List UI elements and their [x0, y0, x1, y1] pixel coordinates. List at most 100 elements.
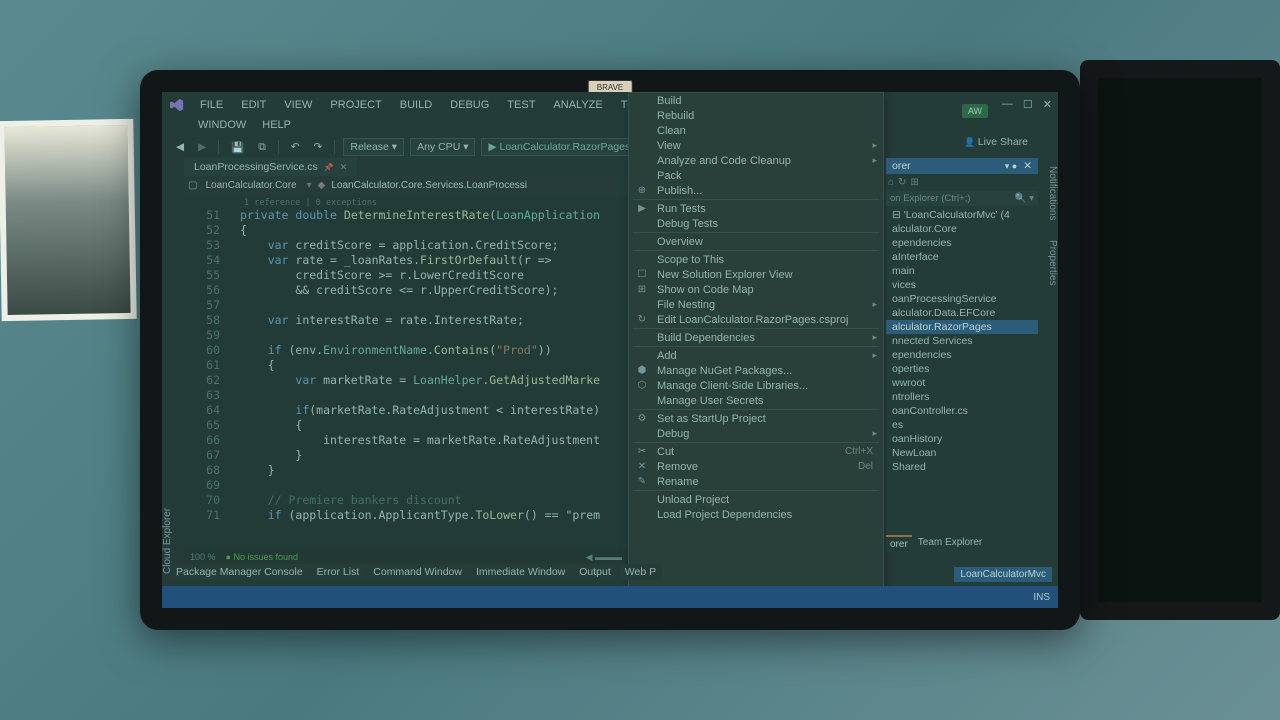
errors-tab[interactable]: Error List	[311, 564, 366, 580]
ctx-view[interactable]: View	[629, 138, 883, 153]
issues-indicator[interactable]: ● No issues found	[226, 552, 298, 562]
solution-explorer-header[interactable]: orer ▾ ● ✕	[886, 158, 1038, 174]
tree-node[interactable]: aInterface	[886, 250, 1038, 264]
tree-node[interactable]: main	[886, 264, 1038, 278]
solution-explorer-tab[interactable]: orer	[886, 535, 912, 552]
close-button[interactable]: ✕	[1043, 98, 1052, 111]
menu-project[interactable]: PROJECT	[322, 96, 389, 114]
pin-icon[interactable]: 📌	[324, 163, 334, 172]
menu-window[interactable]: WINDOW	[190, 116, 254, 134]
config-dropdown[interactable]: Release ▾	[343, 138, 404, 156]
tree-node[interactable]: alculator.RazorPages	[886, 320, 1038, 334]
tree-node[interactable]: oanController.cs	[886, 404, 1038, 418]
notifications-tab[interactable]: Notifications	[1040, 166, 1058, 220]
tree-node[interactable]: ependencies	[886, 236, 1038, 250]
menu-file[interactable]: FILE	[192, 96, 231, 114]
ctx-rename[interactable]: ✎Rename	[629, 474, 883, 489]
ctx-set-as-startup-project[interactable]: ⚙Set as StartUp Project	[629, 411, 883, 426]
ctx-manage-nuget-packages[interactable]: ⬢Manage NuGet Packages...	[629, 363, 883, 378]
tree-node[interactable]: operties	[886, 362, 1038, 376]
ctx-overview[interactable]: Overview	[629, 234, 883, 249]
user-badge[interactable]: AW	[962, 104, 988, 118]
ctx-cut[interactable]: ✂CutCtrl+X	[629, 444, 883, 459]
tree-node[interactable]: NewLoan	[886, 446, 1038, 460]
menu-edit[interactable]: EDIT	[233, 96, 274, 114]
tree-node[interactable]: es	[886, 418, 1038, 432]
ctx-load-project-dependencies[interactable]: Load Project Dependencies	[629, 507, 883, 522]
ctx-rebuild[interactable]: Rebuild	[629, 108, 883, 123]
ctx-publish[interactable]: ⊕Publish...	[629, 183, 883, 198]
menu-test[interactable]: TEST	[499, 96, 543, 114]
home-icon[interactable]: ⌂	[888, 177, 894, 188]
solution-tree[interactable]: ⊟ 'LoanCalculatorMvc' (4 alculator.Coree…	[886, 206, 1038, 476]
pmc-tab[interactable]: Package Manager Console	[170, 564, 309, 580]
tree-node[interactable]: nnected Services	[886, 334, 1038, 348]
save-button[interactable]: 💾	[227, 139, 248, 156]
webp-tab[interactable]: Web P	[619, 564, 662, 580]
nav-project-dropdown[interactable]: LoanCalculator.Core	[201, 179, 300, 192]
menu-build[interactable]: BUILD	[392, 96, 440, 114]
tree-node[interactable]: vices	[886, 278, 1038, 292]
code-area[interactable]: private double DetermineInterestRate(Loa…	[240, 208, 628, 523]
live-share-button[interactable]: Live Share	[964, 136, 1028, 148]
panel-close-icon[interactable]: ✕	[1023, 160, 1032, 172]
menu-view[interactable]: VIEW	[276, 96, 320, 114]
code-editor[interactable]: 5152535455565758596061626364656667686970…	[184, 196, 628, 552]
tree-node[interactable]: ntrollers	[886, 390, 1038, 404]
save-all-button[interactable]: ⧉	[254, 139, 270, 156]
ctx-add[interactable]: Add	[629, 348, 883, 363]
ctx-analyze-and-code-cleanup[interactable]: Analyze and Code Cleanup	[629, 153, 883, 168]
ctx-file-nesting[interactable]: File Nesting	[629, 297, 883, 312]
nav-back-button[interactable]: ◀	[172, 139, 188, 155]
ctx-manage-user-secrets[interactable]: Manage User Secrets	[629, 393, 883, 408]
minimize-button[interactable]: —	[1002, 98, 1013, 111]
ctx-debug-tests[interactable]: Debug Tests	[629, 216, 883, 231]
menu-analyze[interactable]: ANALYZE	[545, 96, 610, 114]
ctx-pack[interactable]: Pack	[629, 168, 883, 183]
document-tab[interactable]: LoanProcessingService.cs 📌 ✕	[184, 158, 357, 176]
zoom-level[interactable]: 100 %	[190, 552, 216, 562]
ctx-edit-loancalculator-razorpages-csproj[interactable]: ↻Edit LoanCalculator.RazorPages.csproj	[629, 312, 883, 327]
maximize-button[interactable]: ☐	[1023, 98, 1033, 111]
undo-button[interactable]: ↶	[287, 139, 304, 155]
ctx-run-tests[interactable]: ▶Run Tests	[629, 201, 883, 216]
output-tab[interactable]: Output	[573, 564, 617, 580]
ctx-build[interactable]: Build	[629, 93, 883, 108]
nav-member-dropdown[interactable]: LoanCalculator.Core.Services.LoanProcess…	[327, 179, 531, 192]
ctx-scope-to-this[interactable]: Scope to This	[629, 252, 883, 267]
vs-window: FILE EDIT VIEW PROJECT BUILD DEBUG TEST …	[162, 92, 1058, 608]
show-all-icon[interactable]: ⊞	[910, 177, 918, 188]
tree-node[interactable]: Shared	[886, 460, 1038, 474]
ctx-remove[interactable]: ✕RemoveDel	[629, 459, 883, 474]
startup-dropdown[interactable]: ▶ LoanCalculator.RazorPages ▾	[481, 138, 645, 156]
panel-options-icon[interactable]: ▾ ●	[1005, 161, 1017, 172]
ctx-show-on-code-map[interactable]: ⊞Show on Code Map	[629, 282, 883, 297]
platform-dropdown[interactable]: Any CPU ▾	[410, 138, 475, 156]
ctx-unload-project[interactable]: Unload Project	[629, 492, 883, 507]
ctx-new-solution-explorer-view[interactable]: ☐New Solution Explorer View	[629, 267, 883, 282]
solution-search[interactable]: on Explorer (Ctrl+;) 🔍 ▾	[886, 191, 1038, 206]
cmd-tab[interactable]: Command Window	[367, 564, 468, 580]
ctx-build-dependencies[interactable]: Build Dependencies	[629, 330, 883, 345]
nav-fwd-button[interactable]: ▶	[194, 139, 210, 155]
tree-node[interactable]: ependencies	[886, 348, 1038, 362]
project-context-menu: BuildRebuildCleanViewAnalyze and Code Cl…	[628, 92, 884, 608]
solution-node[interactable]: ⊟ 'LoanCalculatorMvc' (4	[886, 208, 1038, 222]
tree-node[interactable]: alculator.Core	[886, 222, 1038, 236]
menu-debug[interactable]: DEBUG	[442, 96, 497, 114]
redo-button[interactable]: ↷	[310, 139, 327, 155]
running-project-tag[interactable]: LoanCalculatorMvc	[954, 567, 1052, 582]
close-tab-icon[interactable]: ✕	[340, 162, 348, 173]
tree-node[interactable]: oanHistory	[886, 432, 1038, 446]
tree-node[interactable]: oanProcessingService	[886, 292, 1038, 306]
ctx-manage-client-side-libraries[interactable]: ⬡Manage Client-Side Libraries...	[629, 378, 883, 393]
tree-node[interactable]: wwroot	[886, 376, 1038, 390]
team-explorer-tab[interactable]: Team Explorer	[914, 535, 986, 552]
ctx-clean[interactable]: Clean	[629, 123, 883, 138]
tree-node[interactable]: alculator.Data.EFCore	[886, 306, 1038, 320]
menu-help[interactable]: HELP	[254, 116, 299, 134]
sync-icon[interactable]: ↻	[898, 177, 906, 188]
ctx-debug[interactable]: Debug	[629, 426, 883, 441]
imm-tab[interactable]: Immediate Window	[470, 564, 571, 580]
properties-tab[interactable]: Properties	[1040, 240, 1058, 286]
